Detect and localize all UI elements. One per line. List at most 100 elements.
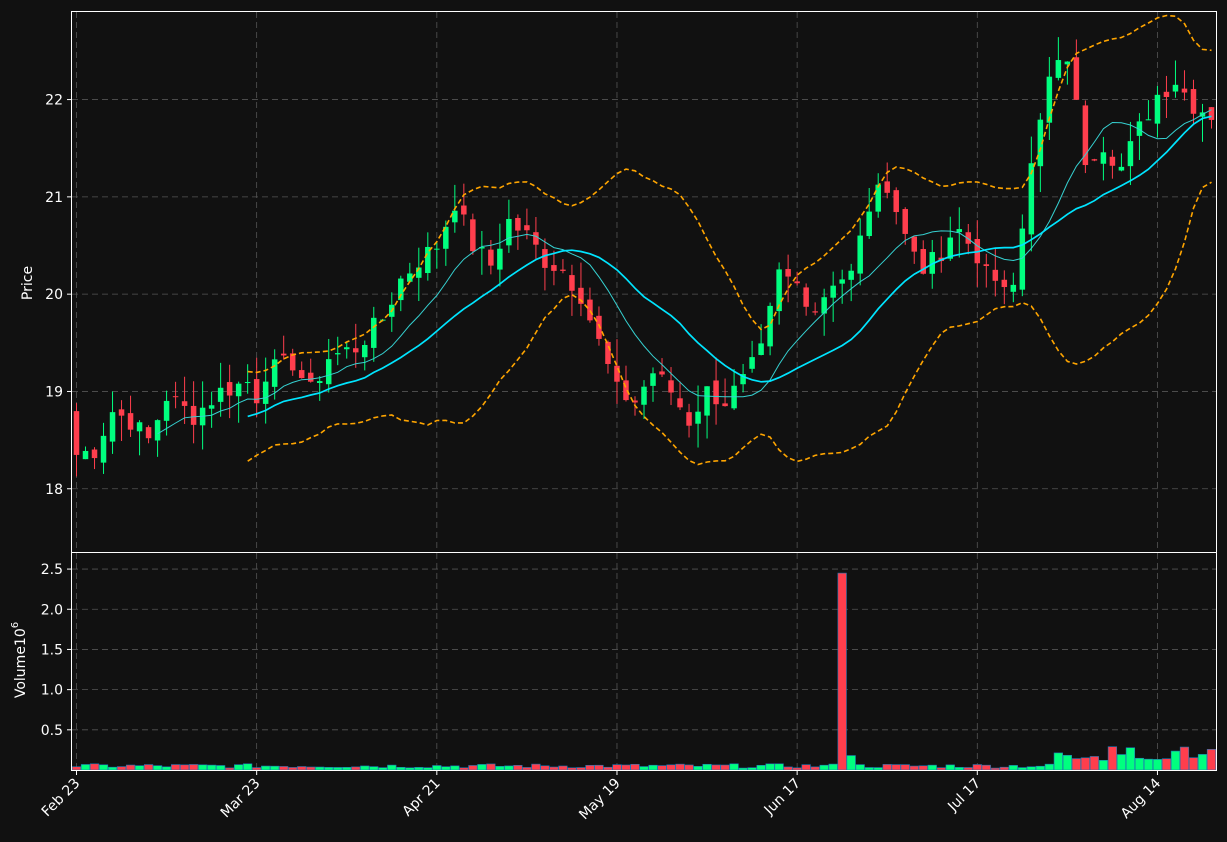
volume-bar-104 (1008, 765, 1018, 771)
volume-bar-57 (585, 765, 595, 771)
candle-body-3 (100, 435, 107, 463)
volume-bar-7 (134, 765, 145, 771)
volume-bar-10 (161, 766, 172, 771)
volume-bar-33 (369, 766, 379, 771)
candle-body-71 (713, 380, 719, 405)
volume-bar-123 (1179, 746, 1190, 771)
volume-bar-53 (549, 766, 559, 771)
volume-bar-70 (702, 763, 712, 771)
candle-112 (1082, 100, 1089, 174)
candle-body-49 (515, 217, 521, 231)
volume-bar-0 (71, 766, 82, 771)
volume-bar-65 (657, 765, 667, 771)
volume-bar-14 (198, 764, 208, 771)
volume-bar-50 (522, 767, 532, 771)
volume-bar-8 (143, 764, 154, 771)
candle-body-104 (1010, 284, 1017, 292)
volume-bar-125 (1197, 754, 1208, 771)
candle-body-54 (560, 269, 566, 271)
volume-bar-116 (1116, 754, 1127, 771)
volume-bar-82 (810, 766, 820, 771)
candle-body-29 (334, 353, 341, 355)
candle-body-86 (848, 270, 854, 280)
candle-body-9 (154, 420, 161, 441)
volume-bar-55 (567, 767, 577, 771)
candle-body-119 (1145, 119, 1152, 121)
volume-ytick-label-0: 0.5 (41, 723, 63, 739)
price-axis-title: Price (20, 266, 36, 300)
candle-body-51 (533, 232, 539, 245)
volume-bar-103 (999, 766, 1009, 771)
candle-body-122 (1172, 84, 1179, 92)
candle-body-120 (1154, 94, 1161, 124)
volume-bar-97 (945, 764, 955, 771)
volume-bar-118 (1134, 757, 1145, 771)
volume-bar-69 (693, 766, 703, 771)
volume-bar-100 (972, 764, 982, 771)
volume-bar-63 (639, 766, 649, 771)
candle-body-113 (1091, 159, 1098, 161)
volume-bar-114 (1098, 760, 1109, 771)
volume-bar-76 (756, 765, 766, 771)
volume-bar-88 (864, 767, 874, 771)
volume-bar-27 (315, 766, 325, 771)
candle-body-25 (298, 370, 305, 379)
volume-bar-108 (1044, 763, 1054, 771)
candle-body-65 (659, 371, 665, 375)
candle-body-5 (118, 409, 125, 416)
volume-bar-45 (477, 764, 487, 771)
volume-bar-21 (261, 765, 271, 771)
volume-bar-39 (423, 767, 433, 771)
candle-body-22 (271, 359, 278, 387)
candle-body-43 (461, 205, 467, 215)
candle-body-82 (812, 311, 818, 313)
volume-bar-47 (495, 766, 505, 771)
volume-bar-64 (648, 764, 658, 771)
volume-bar-61 (621, 764, 631, 771)
volume-bar-67 (675, 763, 685, 771)
candle-body-66 (668, 380, 674, 393)
candle-body-64 (650, 373, 656, 386)
candle-44 (470, 213, 476, 255)
volume-bar-81 (801, 764, 811, 771)
candle-body-53 (551, 265, 557, 271)
volume-bar-4 (107, 766, 118, 771)
candle-body-52 (542, 249, 548, 268)
candle-body-32 (362, 345, 368, 358)
volume-bar-16 (216, 765, 226, 771)
volume-bar-34 (378, 767, 388, 771)
volume-bar-3 (98, 764, 109, 771)
candle-body-85 (839, 279, 845, 284)
volume-bar-32 (360, 765, 370, 771)
candle-body-108 (1046, 76, 1053, 123)
volume-bar-31 (351, 766, 361, 771)
price-ytick-label-4: 22 (45, 93, 63, 109)
volume-bar-17 (225, 767, 235, 771)
candle-body-24 (289, 353, 296, 371)
volume-ytick-label-1: 1.0 (41, 683, 63, 699)
volume-bar-51 (531, 763, 541, 771)
volume-bar-78 (774, 763, 784, 771)
candle-body-123 (1181, 88, 1188, 93)
candle-body-111 (1073, 57, 1080, 100)
volume-bar-6 (125, 764, 136, 771)
volume-bar-30 (342, 767, 352, 771)
candle-body-47 (497, 248, 503, 270)
volume-bar-113 (1089, 756, 1099, 771)
volume-bar-96 (936, 767, 946, 771)
candle-body-90 (884, 181, 890, 193)
volume-bar-74 (738, 767, 748, 771)
price-ytick-label-3: 21 (45, 190, 63, 206)
candle-body-102 (992, 269, 999, 281)
candle-body-21 (262, 381, 269, 404)
volume-bar-117 (1125, 747, 1136, 771)
candle-body-101 (983, 264, 990, 266)
volume-bar-72 (720, 764, 730, 771)
volume-bar-94 (918, 765, 928, 771)
volume-bar-12 (179, 764, 190, 771)
candle-body-67 (677, 398, 683, 408)
volume-bar-26 (306, 766, 316, 771)
volume-bar-28 (324, 767, 334, 771)
volume-axis-title-text: Volume (13, 646, 29, 698)
volume-bar-23 (279, 766, 289, 771)
